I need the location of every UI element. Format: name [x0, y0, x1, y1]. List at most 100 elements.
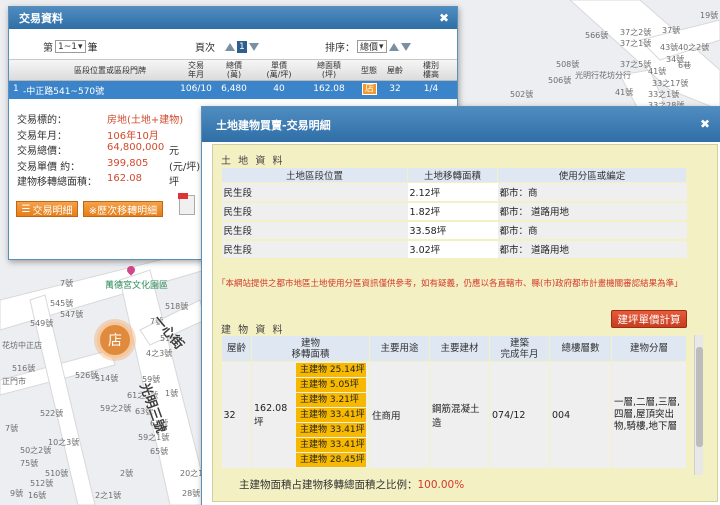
map-house-number: 7號 [5, 424, 19, 433]
map-house-number: 526號 [75, 371, 99, 380]
map-house-number: 28號 [182, 489, 201, 498]
range-select[interactable]: 1~1 ▾ [55, 40, 86, 53]
land-zone: 都市：商 [497, 182, 687, 203]
land-location: 民生段 [221, 182, 408, 203]
row-total: 6,480 [221, 84, 247, 94]
map-house-number: 2號 [120, 469, 134, 478]
pager-label: 頁次 [195, 43, 215, 54]
sort-asc-icon[interactable] [388, 42, 399, 51]
col-floor: 樓別 樓高 [423, 61, 439, 79]
land-area: 2.12坪 [407, 182, 498, 203]
bld-completed: 074/12 [489, 361, 550, 468]
map-house-number: 9號 [10, 489, 24, 498]
land-col-zone: 使用分區或編定 [497, 167, 687, 183]
page-down-icon[interactable] [248, 42, 259, 51]
vertical-scrollbar[interactable] [694, 335, 703, 475]
map-house-number: 506號 [548, 76, 572, 85]
page-number[interactable]: 1 [237, 40, 247, 53]
map-house-number: 65號 [150, 447, 169, 456]
map-house-number: 516號 [12, 364, 36, 373]
building-table-scroll[interactable]: 屋齡 建物 移轉面積 主要用途 主要建材 建築 完成年月 總樓層數 建物分層 3… [221, 335, 703, 475]
map-house-number: 502號 [510, 90, 534, 99]
result-table-header: 區段位置或區段門牌 交易 年月 總價 (萬) 單價 (萬/坪) 總面積 (坪) … [9, 59, 457, 81]
land-location: 民生段 [221, 239, 408, 260]
detail-value: 399,805 [107, 157, 149, 169]
table-row: 32 162.08坪 主建物 25.14坪 主建物 5.05坪 主建物 3.21… [221, 361, 687, 468]
row-type-badge: 店 [362, 83, 378, 95]
unit-price-calc-button[interactable]: 建坪單價計算 [611, 310, 687, 328]
bld-floors: 004 [549, 361, 612, 468]
land-area: 33.58坪 [407, 220, 498, 241]
map-house-number: 50之2號 [20, 446, 52, 455]
sort-select[interactable]: 總價 ▾ [357, 40, 387, 53]
bld-col-completed: 建築 完成年月 [489, 335, 550, 362]
bld-col-area: 建物 移轉面積 [251, 335, 370, 362]
transaction-detail-button[interactable]: ☰ 交易明細 [16, 201, 78, 217]
window-title-bar[interactable]: 土地建物買賣-交易明細 ✖ [202, 107, 720, 142]
map-house-number: 510號 [45, 469, 69, 478]
col-area: 總面積 (坪) [317, 61, 341, 79]
building-section-title: 建 物 資 料 [221, 325, 285, 336]
bld-area-cell: 162.08坪 主建物 25.14坪 主建物 5.05坪 主建物 3.21坪 主… [251, 361, 370, 468]
map-house-number: 19號 [700, 11, 719, 20]
bld-total-area: 162.08坪 [254, 402, 288, 428]
bld-col-material: 主要建材 [429, 335, 490, 362]
table-row: 民生段 1.82坪 都市： 道路用地 [221, 201, 687, 222]
col-age: 屋齡 [387, 66, 403, 75]
main-building-area: 主建物 3.21坪 [296, 393, 366, 407]
record-range: 第 1~1 ▾ 筆 [43, 39, 98, 54]
bld-col-layers: 建物分層 [611, 335, 687, 362]
window-title: 土地建物買賣-交易明細 [216, 118, 331, 132]
scrollbar-thumb[interactable] [696, 347, 703, 447]
detail-key: 建物移轉總面積： [17, 177, 97, 188]
land-table: 土地區段位置 土地移轉面積 使用分區或編定 民生段 2.12坪 都市：商 民生段… [221, 167, 687, 260]
land-col-area: 土地移轉面積 [407, 167, 498, 183]
bld-use: 住商用 [369, 361, 430, 468]
table-row[interactable]: 1 -中正路541~570號 106/10 6,480 40 162.08 店 … [9, 81, 457, 99]
land-building-detail-window: 土地建物買賣-交易明細 ✖ 土 地 資 料 土地區段位置 土地移轉面積 使用分區… [201, 106, 720, 505]
transfer-history-button[interactable]: ※歷次移轉明細 [83, 201, 163, 217]
bld-age: 32 [221, 361, 252, 468]
close-icon[interactable]: ✖ [700, 117, 710, 131]
main-building-area: 主建物 28.45坪 [296, 453, 366, 467]
table-row: 民生段 2.12坪 都市：商 [221, 182, 687, 203]
sort-desc-icon[interactable] [400, 42, 411, 51]
map-house-number: 41號 [615, 88, 634, 97]
detail-key: 交易年月： [17, 130, 67, 142]
detail-unit: 坪 [169, 177, 179, 188]
col-date: 交易 年月 [188, 61, 204, 79]
map-poi-label: 萬德宮文化園區 [105, 281, 169, 291]
sort-label: 排序： [325, 43, 355, 54]
print-pdf-icon[interactable] [178, 193, 195, 215]
range-prefix: 第 [43, 43, 53, 54]
row-age: 32 [389, 84, 401, 94]
main-building-area: 主建物 33.41坪 [296, 438, 366, 452]
detail-value: 162.08 [107, 173, 142, 184]
building-table: 屋齡 建物 移轉面積 主要用途 主要建材 建築 完成年月 總樓層數 建物分層 3… [221, 335, 687, 468]
land-section-title: 土 地 資 料 [221, 156, 285, 167]
transaction-detail: 交易標的： 房地(土地+建物) 交易年月： 106年10月 交易總價： 64,800,… [17, 111, 200, 189]
close-icon[interactable]: ✖ [439, 11, 449, 25]
land-location: 民生段 [221, 201, 408, 222]
window-title: 交易資料 [19, 12, 63, 25]
table-row: 民生段 33.58坪 都市：商 [221, 220, 687, 241]
map-house-number: 4之3號 [146, 349, 173, 358]
main-building-area: 主建物 33.41坪 [296, 423, 366, 437]
window-title-bar[interactable]: 交易資料 ✖ [9, 7, 457, 29]
map-house-number: 2之1號 [95, 491, 122, 500]
map-house-number: 522號 [40, 409, 64, 418]
page-up-icon[interactable] [225, 42, 235, 51]
land-table-header: 土地區段位置 土地移轉面積 使用分區或編定 [221, 167, 687, 183]
detail-key: 交易總價： [17, 146, 67, 157]
range-suffix: 筆 [87, 43, 98, 54]
map-house-number: 10之3號 [48, 438, 80, 447]
map-house-number: 1號 [165, 389, 179, 398]
main-building-area: 主建物 33.41坪 [296, 408, 366, 422]
detail-body: 土 地 資 料 土地區段位置 土地移轉面積 使用分區或編定 民生段 2.12坪 … [212, 144, 718, 502]
bld-col-floors: 總樓層數 [549, 335, 612, 362]
store-marker[interactable]: 店 [97, 322, 133, 358]
map-house-number: 508號 [556, 60, 580, 69]
col-location: 區段位置或區段門牌 [74, 66, 146, 75]
map-house-number: 59之2號 [100, 404, 132, 413]
detail-unit: 元 [169, 146, 179, 157]
